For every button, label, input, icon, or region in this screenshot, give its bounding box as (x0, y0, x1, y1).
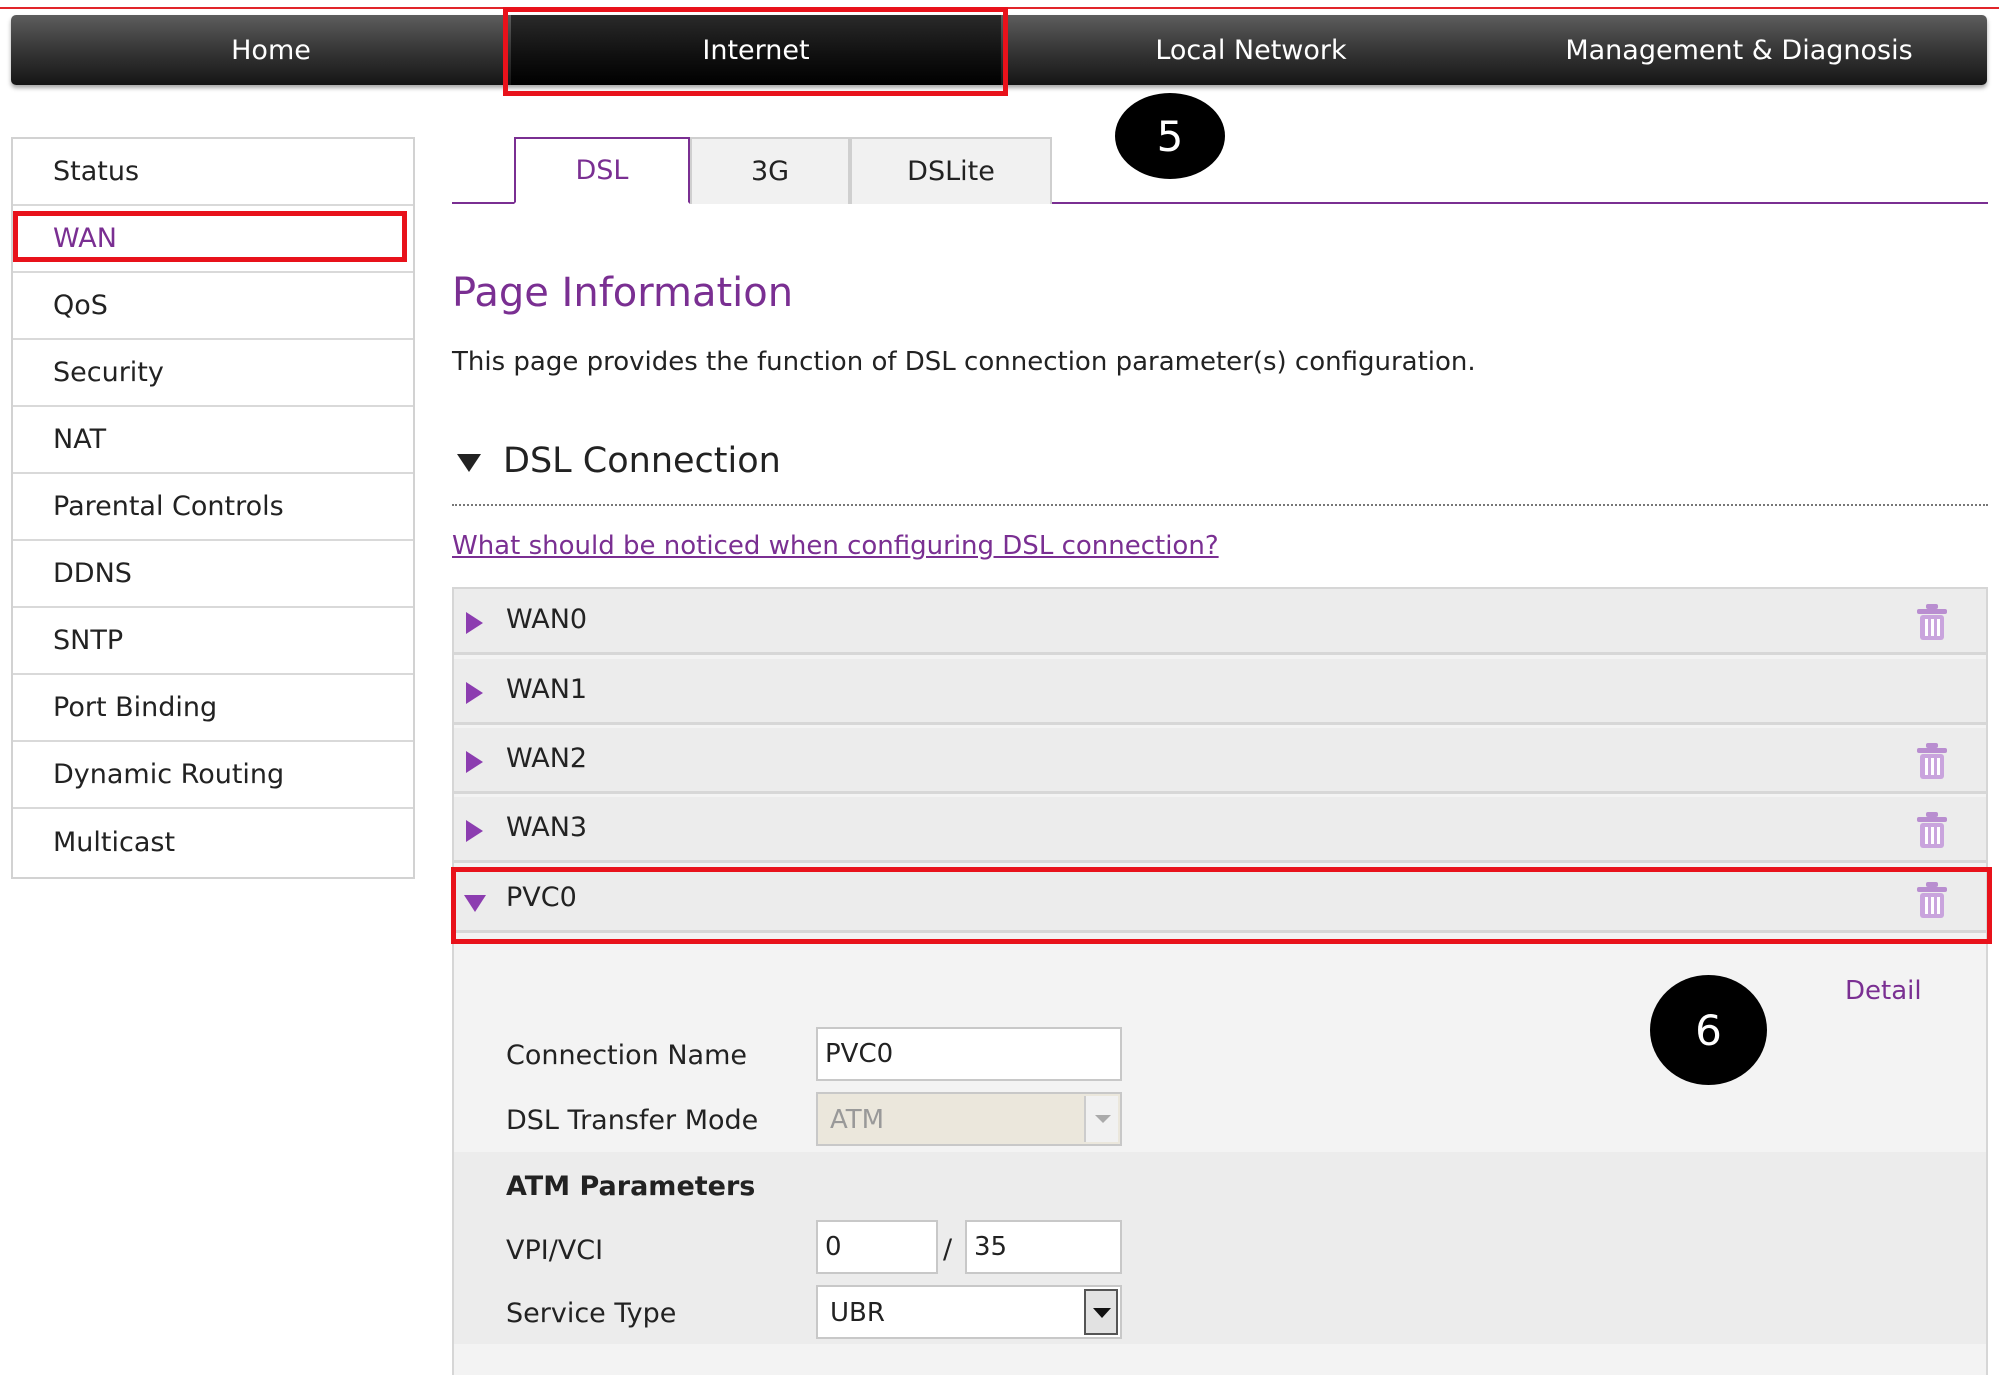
help-link[interactable]: What should be noticed when configuring … (452, 531, 1219, 561)
expand-arrow-icon[interactable] (466, 751, 483, 773)
detail-link[interactable]: Detail (1845, 976, 1922, 1006)
connection-row-pvc0[interactable]: PVC0 (454, 867, 1986, 933)
dropdown-arrow-icon[interactable] (1084, 1289, 1118, 1335)
atm-parameters-heading: ATM Parameters (506, 1171, 756, 1202)
transfer-mode-label: DSL Transfer Mode (506, 1105, 759, 1136)
expand-arrow-icon[interactable] (466, 682, 483, 704)
sidebar-item-parental-controls[interactable]: Parental Controls (13, 474, 413, 541)
expand-arrow-icon[interactable] (466, 612, 483, 634)
step-badge-5: 5 (1115, 93, 1225, 179)
connection-row-wan1[interactable]: WAN1 (454, 659, 1986, 725)
section-divider (452, 504, 1988, 506)
sidebar-menu: Status WAN QoS Security NAT Parental Con… (11, 137, 415, 879)
trash-icon[interactable] (1914, 742, 1950, 780)
sidebar-item-security[interactable]: Security (13, 340, 413, 407)
connection-label: WAN0 (506, 604, 588, 635)
connection-label: WAN3 (506, 812, 588, 843)
trash-icon[interactable] (1914, 603, 1950, 641)
sidebar-item-port-binding[interactable]: Port Binding (13, 675, 413, 742)
service-type-select[interactable]: UBR (816, 1285, 1122, 1339)
sidebar-item-ddns[interactable]: DDNS (13, 541, 413, 608)
sidebar-item-status[interactable]: Status (13, 139, 413, 206)
sidebar-item-multicast[interactable]: Multicast (13, 809, 413, 876)
vpi-vci-separator: / (943, 1234, 953, 1265)
connection-name-label: Connection Name (506, 1040, 748, 1071)
section-title[interactable]: DSL Connection (503, 441, 781, 481)
transfer-mode-value: ATM (830, 1105, 885, 1135)
top-navigation-bar: Home Internet Local Network Management &… (11, 15, 1987, 85)
connection-label: WAN2 (506, 743, 588, 774)
connection-row-wan3[interactable]: WAN3 (454, 797, 1986, 863)
vpi-vci-label: VPI/VCI (506, 1235, 604, 1266)
nav-home[interactable]: Home (11, 15, 531, 85)
tab-dsl[interactable]: DSL (514, 137, 690, 204)
trash-icon[interactable] (1914, 881, 1950, 919)
connection-label: WAN1 (506, 674, 588, 705)
vpi-input[interactable] (816, 1220, 938, 1274)
sidebar-item-qos[interactable]: QoS (13, 273, 413, 340)
page-title: Page Information (452, 270, 794, 316)
page-description: This page provides the function of DSL c… (452, 347, 1476, 377)
trash-icon[interactable] (1914, 811, 1950, 849)
top-accent-line (0, 7, 1999, 9)
connection-row-wan2[interactable]: WAN2 (454, 728, 1986, 794)
sidebar-item-dynamic-routing[interactable]: Dynamic Routing (13, 742, 413, 809)
dropdown-arrow-icon (1084, 1096, 1118, 1142)
nav-management-diagnosis[interactable]: Management & Diagnosis (1491, 15, 1987, 85)
nav-internet[interactable]: Internet (511, 15, 1001, 85)
step-badge-6: 6 (1650, 975, 1767, 1085)
connection-name-input[interactable] (816, 1027, 1122, 1081)
tab-3g[interactable]: 3G (690, 137, 850, 204)
service-type-value: UBR (830, 1298, 885, 1328)
sidebar-item-wan[interactable]: WAN (13, 206, 413, 273)
expand-arrow-icon[interactable] (466, 820, 483, 842)
sidebar-item-sntp[interactable]: SNTP (13, 608, 413, 675)
tab-dslite[interactable]: DSLite (850, 137, 1052, 204)
connection-row-wan0[interactable]: WAN0 (454, 589, 1986, 655)
collapse-arrow-icon[interactable] (464, 895, 486, 912)
nav-local-network[interactable]: Local Network (1001, 15, 1501, 85)
vci-input[interactable] (965, 1220, 1122, 1274)
collapse-arrow-icon[interactable] (457, 454, 481, 472)
service-type-label: Service Type (506, 1298, 677, 1329)
connection-label: PVC0 (506, 882, 577, 913)
sidebar-item-nat[interactable]: NAT (13, 407, 413, 474)
transfer-mode-select: ATM (816, 1092, 1122, 1146)
